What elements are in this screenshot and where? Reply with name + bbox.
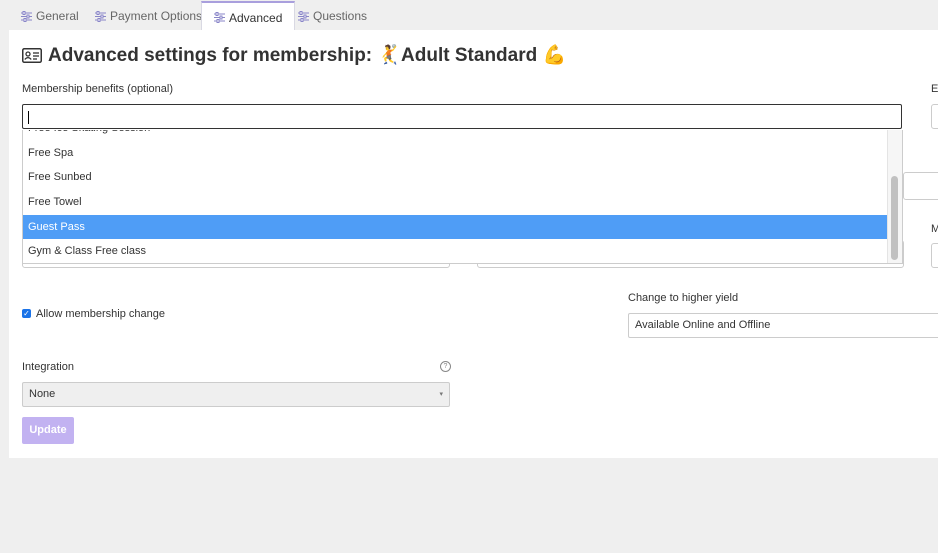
sliders-icon [298, 10, 309, 22]
list-item[interactable]: Free Spa [23, 141, 888, 165]
tab-questions-label: Questions [313, 9, 368, 23]
id-card-icon [22, 47, 42, 63]
tab-payment-options-label: Payment Options [110, 9, 203, 23]
tab-advanced-label: Advanced [229, 10, 283, 25]
update-button[interactable]: Update [22, 417, 74, 444]
text-caret [28, 111, 29, 124]
page-title-text: Advanced settings for membership: 🤾Adult… [48, 45, 567, 66]
integration-label: Integration [22, 361, 74, 373]
benefits-label: Membership benefits (optional) [22, 83, 174, 95]
sliders-icon [214, 12, 225, 23]
list-item-selected[interactable]: Guest Pass [23, 215, 888, 239]
clipped-right-input-middle[interactable] [903, 172, 938, 200]
tab-bar: General Payment Options Advanced Questio… [9, 0, 938, 32]
higher-yield-select[interactable]: Available Online and Offline [628, 313, 938, 338]
scrollbar-thumb[interactable] [891, 176, 898, 260]
clipped-right-input-bottom[interactable] [931, 243, 938, 268]
list-item[interactable]: Free Towel [23, 190, 888, 214]
tab-payment-options[interactable]: Payment Options [95, 3, 202, 29]
list-item[interactable]: Free Ice Skating Session [23, 130, 888, 140]
chevron-down-icon: ▾ [439, 391, 443, 398]
settings-panel: Advanced settings for membership: 🤾Adult… [9, 30, 938, 458]
allow-membership-change-checkbox[interactable]: ✓ [22, 309, 31, 318]
sliders-icon [21, 10, 32, 22]
integration-select-value: None [29, 388, 56, 400]
list-item[interactable]: Free Sunbed [23, 165, 888, 189]
tab-advanced[interactable]: Advanced [201, 1, 296, 32]
clipped-right-input-top[interactable] [931, 104, 938, 129]
integration-select[interactable]: None ▾ [22, 382, 450, 407]
tab-general-label: General [36, 9, 79, 23]
list-item[interactable]: Gym & Class Free class [23, 239, 888, 263]
dropdown-scrollbar[interactable] [887, 130, 902, 263]
tab-questions[interactable]: Questions [298, 3, 367, 29]
help-icon[interactable]: ? [440, 361, 451, 372]
clipped-field-label-middle: M [931, 223, 938, 235]
tab-general[interactable]: General [21, 3, 79, 29]
clipped-field-label-top: El [931, 83, 938, 95]
sliders-icon [95, 10, 106, 22]
allow-membership-change-label: Allow membership change [36, 308, 166, 320]
benefits-dropdown-list[interactable]: Free Ice Skating Session Free Spa Free S… [22, 130, 903, 264]
higher-yield-label: Change to higher yield [628, 292, 739, 304]
page-title: Advanced settings for membership: 🤾Adult… [22, 43, 566, 67]
benefits-search-input[interactable] [22, 104, 902, 129]
